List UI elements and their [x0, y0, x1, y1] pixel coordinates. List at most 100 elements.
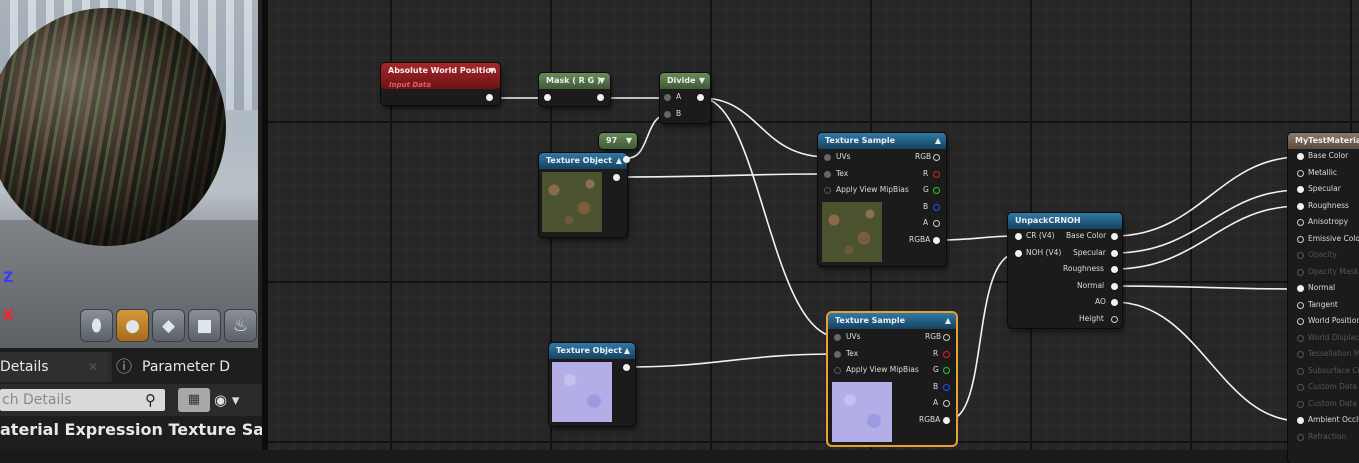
input-pin-uvs[interactable] — [824, 154, 831, 161]
input-pin-uvs[interactable] — [834, 334, 841, 341]
texture-thumbnail-rocks — [822, 202, 882, 262]
output-pin[interactable] — [486, 94, 493, 101]
output-pin[interactable] — [623, 364, 630, 371]
output-pin-r[interactable] — [943, 351, 950, 358]
tab-parameter-defaults[interactable]: ⓘ Parameter D — [112, 352, 262, 382]
collapse-arrow-icon[interactable]: ▼ — [699, 73, 705, 89]
pin-uvs-label: UVs — [846, 332, 861, 341]
node-unpack-crnoh[interactable]: UnpackCRNOH CR (V4) NOH (V4) Base Color … — [1008, 213, 1122, 328]
material-pin-label: Metallic — [1308, 167, 1337, 177]
cube-icon[interactable]: ■ — [188, 309, 221, 342]
pin-g-label: G — [923, 185, 929, 194]
material-input-pin[interactable] — [1297, 301, 1304, 309]
node-absolute-world-position[interactable]: Absolute World Position ▼ Input Data — [381, 63, 500, 105]
node-material-result[interactable]: MyTestMaterial Base Color Metallic Specula… — [1288, 133, 1359, 463]
output-pin-a[interactable] — [943, 400, 950, 407]
collapse-arrow-icon[interactable]: ▲ — [616, 153, 622, 169]
input-pin-mipbias[interactable] — [824, 187, 831, 194]
node-texture-object-2[interactable]: Texture Object ▲ — [549, 343, 635, 426]
material-input-pin[interactable] — [1297, 417, 1304, 424]
input-pin-noh[interactable] — [1015, 250, 1022, 257]
node-title: Divide — [667, 76, 696, 85]
material-pin-label: Roughness — [1308, 200, 1349, 210]
uv-pin[interactable] — [623, 156, 630, 163]
cylinder-icon[interactable]: ⬮ — [80, 309, 113, 342]
output-pin-b[interactable] — [933, 204, 940, 211]
material-input-pin[interactable] — [1297, 235, 1304, 243]
material-input-pin[interactable] — [1297, 367, 1304, 375]
collapse-arrow-icon[interactable]: ▲ — [935, 133, 941, 149]
pin-a-label: A — [923, 218, 929, 227]
node-texture-sample-1[interactable]: Texture Sample ▲ UVs Tex Apply View MipB… — [818, 133, 946, 266]
material-input-pin[interactable] — [1297, 153, 1304, 160]
node-header: Texture Sample ▲ — [818, 133, 946, 149]
visibility-eye-icon[interactable]: ◉ ▾ — [214, 388, 254, 412]
pin-uvs-label: UVs — [836, 152, 851, 161]
output-pin[interactable] — [1111, 266, 1118, 273]
output-pin-g[interactable] — [933, 187, 940, 194]
material-input-pin[interactable] — [1297, 318, 1304, 325]
output-pin-a[interactable] — [933, 220, 940, 227]
node-mask[interactable]: Mask ( R G ) ▼ — [539, 73, 610, 106]
pin-out-label: AO — [1095, 297, 1106, 306]
tab-details[interactable]: Details ✕ — [0, 352, 108, 382]
material-input-pin[interactable] — [1297, 186, 1304, 193]
output-pin[interactable] — [613, 174, 620, 181]
node-texture-object-1[interactable]: Texture Object ▲ — [539, 153, 630, 237]
sphere-icon[interactable]: ● — [116, 309, 149, 342]
collapse-arrow-icon[interactable]: ▼ — [626, 133, 632, 149]
material-preview-viewport[interactable]: Z X ⬮ ● ◆ ■ ♨ — [0, 0, 258, 348]
node-title: Texture Sample — [825, 136, 896, 145]
input-pin-mipbias[interactable] — [834, 367, 841, 374]
output-pin-r[interactable] — [933, 171, 940, 178]
output-pin[interactable] — [1111, 283, 1118, 290]
output-pin[interactable] — [1111, 233, 1118, 240]
node-texture-sample-2[interactable]: Texture Sample ▲ UVs Tex Apply View MipB… — [828, 313, 956, 445]
material-input-pin[interactable] — [1297, 400, 1304, 408]
details-search-input[interactable]: ch Details — [0, 389, 165, 411]
tab-close-icon[interactable]: ✕ — [88, 352, 98, 382]
pin-noh-label: NOH (V4) — [1026, 248, 1062, 257]
material-input-pin[interactable] — [1297, 219, 1304, 226]
collapse-arrow-icon[interactable]: ▼ — [599, 73, 605, 89]
material-input-pin[interactable] — [1297, 169, 1304, 177]
output-pin[interactable] — [1111, 316, 1118, 323]
material-input-pin[interactable] — [1297, 351, 1304, 358]
grid-view-icon[interactable]: ▦ — [178, 388, 210, 412]
input-pin-tex[interactable] — [824, 171, 831, 178]
info-icon: ⓘ — [116, 357, 133, 376]
collapse-arrow-icon[interactable]: ▲ — [945, 313, 951, 329]
material-input-pin[interactable] — [1297, 334, 1304, 342]
output-pin[interactable] — [597, 94, 604, 101]
output-pin[interactable] — [1111, 250, 1118, 257]
material-input-pin[interactable] — [1297, 268, 1304, 276]
material-pin-label: Emissive Color — [1308, 233, 1359, 243]
material-input-pin[interactable] — [1297, 202, 1304, 210]
material-pin-label: World Displac — [1308, 332, 1359, 342]
material-input-pin[interactable] — [1297, 433, 1304, 441]
input-pin-tex[interactable] — [834, 351, 841, 358]
output-pin-rgb[interactable] — [943, 334, 950, 341]
material-input-pin[interactable] — [1297, 285, 1304, 292]
output-pin-rgb[interactable] — [933, 154, 940, 161]
output-pin-b[interactable] — [943, 384, 950, 391]
input-pin[interactable] — [544, 94, 551, 101]
material-input-pin[interactable] — [1297, 252, 1304, 259]
material-pin-label: Custom Data 0 — [1308, 382, 1359, 391]
output-pin-rgba[interactable] — [933, 237, 940, 244]
output-pin-rgba[interactable] — [943, 417, 950, 424]
output-pin[interactable] — [1111, 299, 1118, 306]
node-divide[interactable]: Divide ▼ A B — [660, 73, 710, 123]
output-pin[interactable] — [697, 94, 704, 101]
input-pin-a[interactable] — [664, 94, 671, 101]
input-pin-b[interactable] — [664, 111, 671, 118]
plane-icon[interactable]: ◆ — [152, 309, 185, 342]
input-pin-cr[interactable] — [1015, 233, 1022, 240]
search-icon[interactable]: ⚲ — [145, 391, 156, 409]
output-pin-g[interactable] — [943, 367, 950, 374]
material-input-pin[interactable] — [1297, 384, 1304, 391]
collapse-arrow-icon[interactable]: ▼ — [489, 63, 495, 79]
collapse-arrow-icon[interactable]: ▲ — [624, 343, 630, 359]
teapot-icon[interactable]: ♨ — [224, 309, 257, 342]
node-constant[interactable]: 97 ▼ — [599, 133, 637, 149]
